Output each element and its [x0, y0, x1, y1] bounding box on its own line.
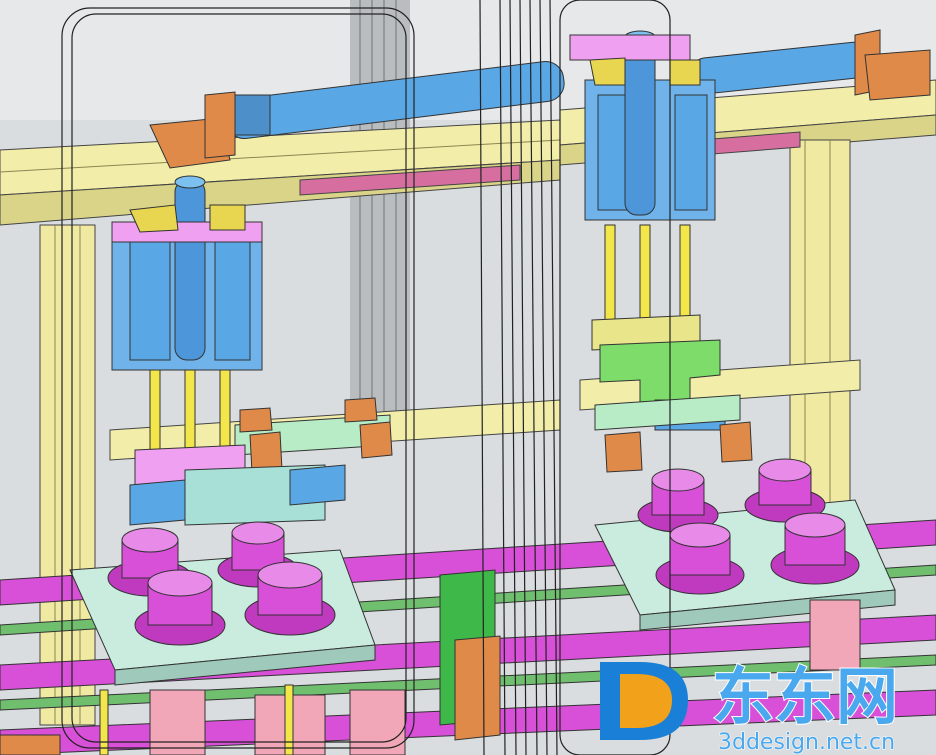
holder: [244, 561, 336, 636]
watermark-brand-text: 东东网: [712, 660, 898, 733]
center-block: [439, 569, 501, 741]
holder: [134, 569, 226, 646]
cad-assembly-view: 东东网 3ddesign.net.cn: [0, 0, 936, 755]
cad-render: 东东网 3ddesign.net.cn: [0, 0, 936, 755]
watermark-logo-icon: [600, 662, 688, 740]
watermark-url-text: 3ddesign.net.cn: [718, 730, 895, 755]
